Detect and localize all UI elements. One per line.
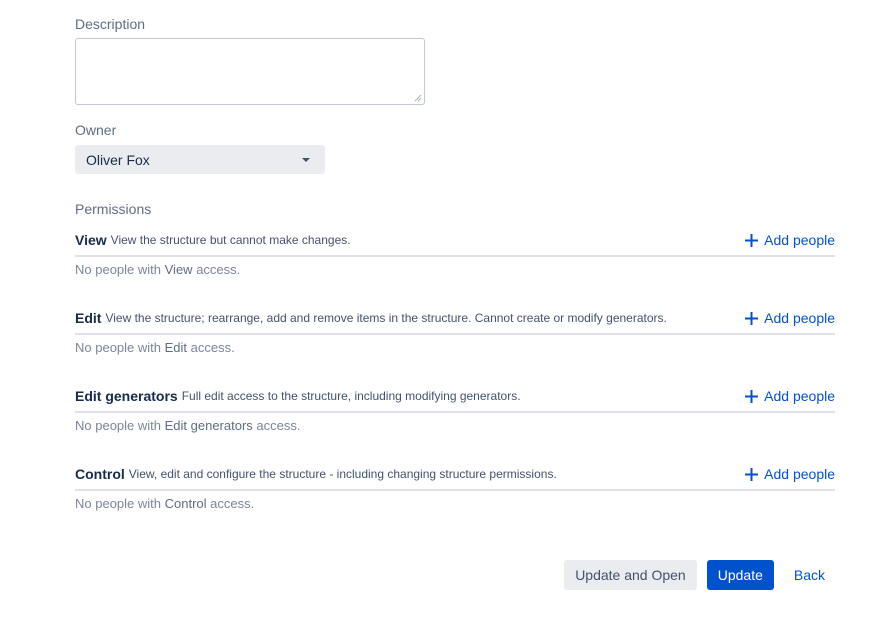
caret-down-icon [302, 157, 310, 162]
update-and-open-button[interactable]: Update and Open [564, 560, 697, 590]
permission-name: Control [75, 466, 125, 482]
add-people-label: Add people [764, 232, 835, 248]
empty-prefix: No people with [75, 262, 161, 277]
permission-empty-text: No people with View access. [75, 261, 835, 279]
empty-prefix: No people with [75, 418, 161, 433]
owner-label: Owner [75, 122, 117, 138]
empty-suffix: access. [190, 340, 235, 355]
permission-section-view: View View the structure but cannot make … [75, 231, 835, 279]
permission-section-edit-generators: Edit generators Full edit access to the … [75, 387, 835, 435]
add-people-control-button[interactable]: Add people [745, 465, 835, 483]
permission-description: Full edit access to the structure, inclu… [181, 389, 521, 403]
plus-icon [745, 311, 759, 325]
permission-name: View [75, 232, 107, 248]
add-people-label: Add people [764, 310, 835, 326]
add-people-label: Add people [764, 466, 835, 482]
resize-grip-icon[interactable] [412, 92, 422, 102]
plus-icon [745, 467, 759, 481]
plus-icon [745, 233, 759, 247]
description-label: Description [75, 16, 146, 32]
update-button[interactable]: Update [706, 560, 774, 590]
back-button[interactable]: Back [784, 560, 835, 590]
form-actions: Update and Open Update Back [564, 560, 835, 590]
permission-header: Edit generators Full edit access to the … [75, 387, 835, 413]
permission-empty-text: No people with Edit generators access. [75, 417, 835, 435]
add-people-edit-generators-button[interactable]: Add people [745, 387, 835, 405]
description-textarea[interactable] [75, 38, 425, 105]
add-people-view-button[interactable]: Add people [745, 231, 835, 249]
permission-description: View the structure but cannot make chang… [110, 233, 351, 247]
empty-permission-name: View [164, 262, 193, 277]
permission-section-control: Control View, edit and configure the str… [75, 465, 835, 513]
add-people-label: Add people [764, 388, 835, 404]
permission-description: View, edit and configure the structure -… [128, 467, 557, 481]
empty-prefix: No people with [75, 340, 161, 355]
permission-empty-text: No people with Edit access. [75, 339, 835, 357]
empty-permission-name: Edit generators [164, 418, 253, 433]
empty-permission-name: Control [164, 496, 207, 511]
permission-description: View the structure; rearrange, add and r… [105, 311, 667, 325]
permissions-label: Permissions [75, 201, 152, 217]
empty-prefix: No people with [75, 496, 161, 511]
permission-name: Edit [75, 310, 102, 326]
permission-name: Edit generators [75, 388, 178, 404]
add-people-edit-button[interactable]: Add people [745, 309, 835, 327]
empty-suffix: access. [256, 418, 301, 433]
empty-suffix: access. [210, 496, 255, 511]
permission-header: Control View, edit and configure the str… [75, 465, 835, 491]
empty-suffix: access. [196, 262, 241, 277]
permission-header: Edit View the structure; rearrange, add … [75, 309, 835, 335]
permission-section-edit: Edit View the structure; rearrange, add … [75, 309, 835, 357]
plus-icon [745, 389, 759, 403]
permission-empty-text: No people with Control access. [75, 495, 835, 513]
owner-selected-value: Oliver Fox [86, 151, 150, 168]
permission-header: View View the structure but cannot make … [75, 231, 835, 257]
owner-select[interactable]: Oliver Fox [75, 145, 325, 174]
empty-permission-name: Edit [164, 340, 188, 355]
